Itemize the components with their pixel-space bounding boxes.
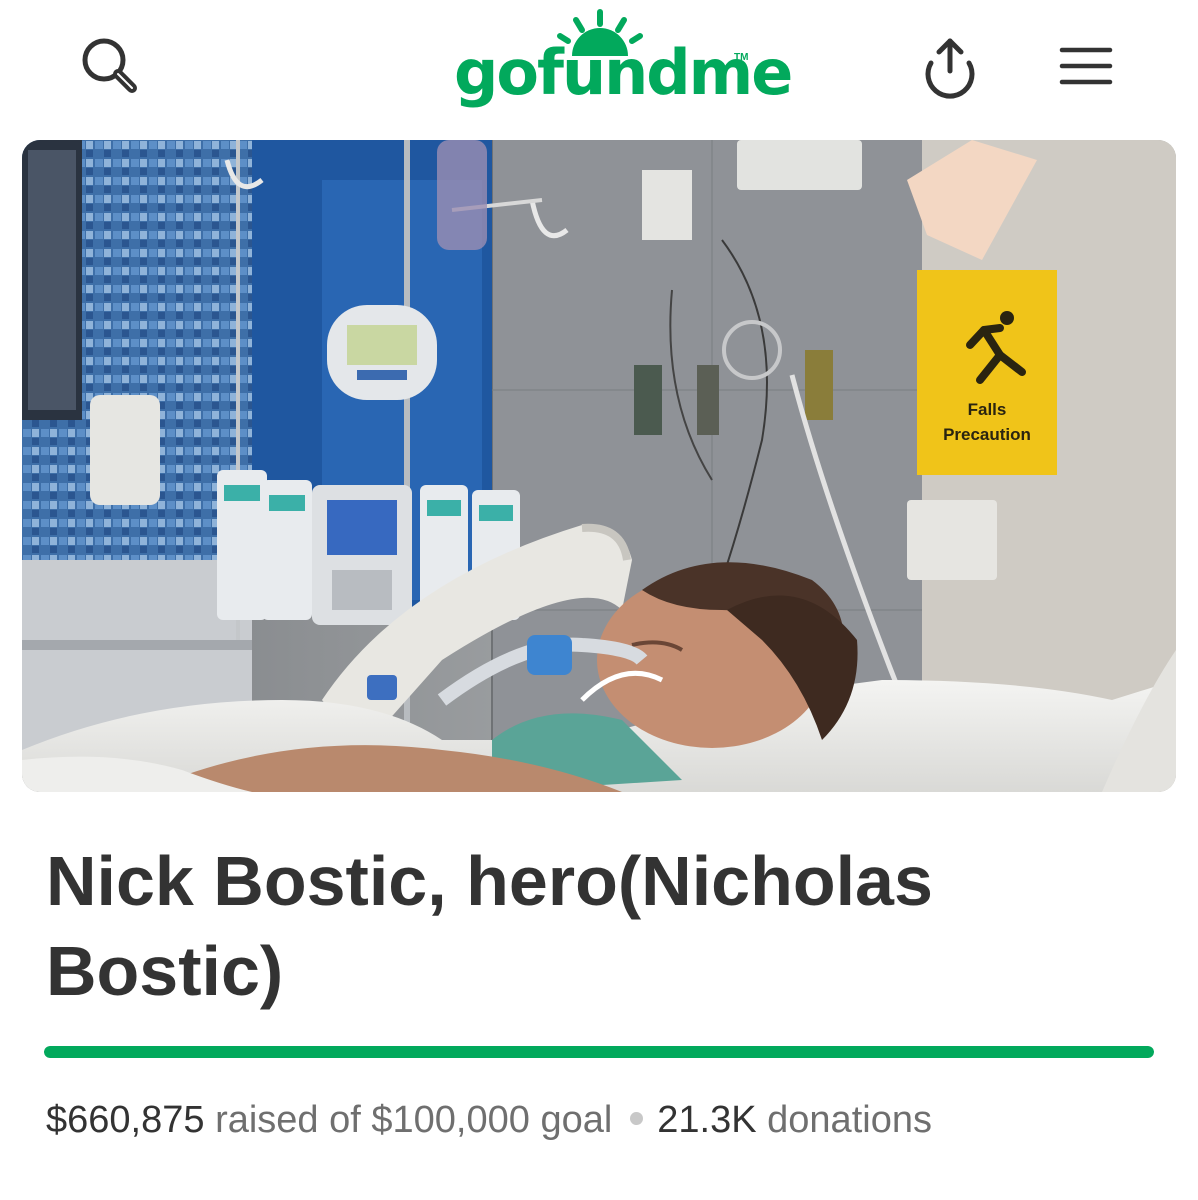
search-icon [82,38,137,93]
hamburger-menu-icon [1059,47,1113,85]
donations-label[interactable]: donations [767,1099,932,1141]
goal-amount: $100,000 [371,1099,530,1141]
logo-wordmark: gofundme [454,36,793,109]
fundraising-stats: $660,875 raised of $100,000 goal 21.3K do… [46,1090,1176,1150]
sign-line-2: Precaution [943,425,1031,444]
menu-button[interactable] [1046,26,1126,106]
logo-trademark: TM [734,52,749,63]
app-header: gofundme TM [0,0,1198,130]
raised-of-label: raised of [215,1099,361,1141]
separator-dot [630,1112,644,1126]
sign-line-1: Falls [968,400,1007,419]
hospital-room-photo: Falls Precaution [22,140,1176,792]
goal-label: goal [540,1099,613,1141]
fundraising-progress-bar [44,1046,1154,1058]
search-button[interactable] [70,26,150,106]
campaign-title: Nick Bostic, hero(Nicholas Bostic) [46,842,933,1010]
donations-count[interactable]: 21.3K [657,1099,756,1141]
gofundme-logo[interactable]: gofundme TM [440,8,793,118]
share-upload-icon [925,38,975,99]
campaign-photo[interactable]: Falls Precaution [22,140,1176,792]
amount-raised: $660,875 [46,1099,205,1141]
progress-fill [44,1046,1154,1058]
share-button[interactable] [910,26,990,106]
